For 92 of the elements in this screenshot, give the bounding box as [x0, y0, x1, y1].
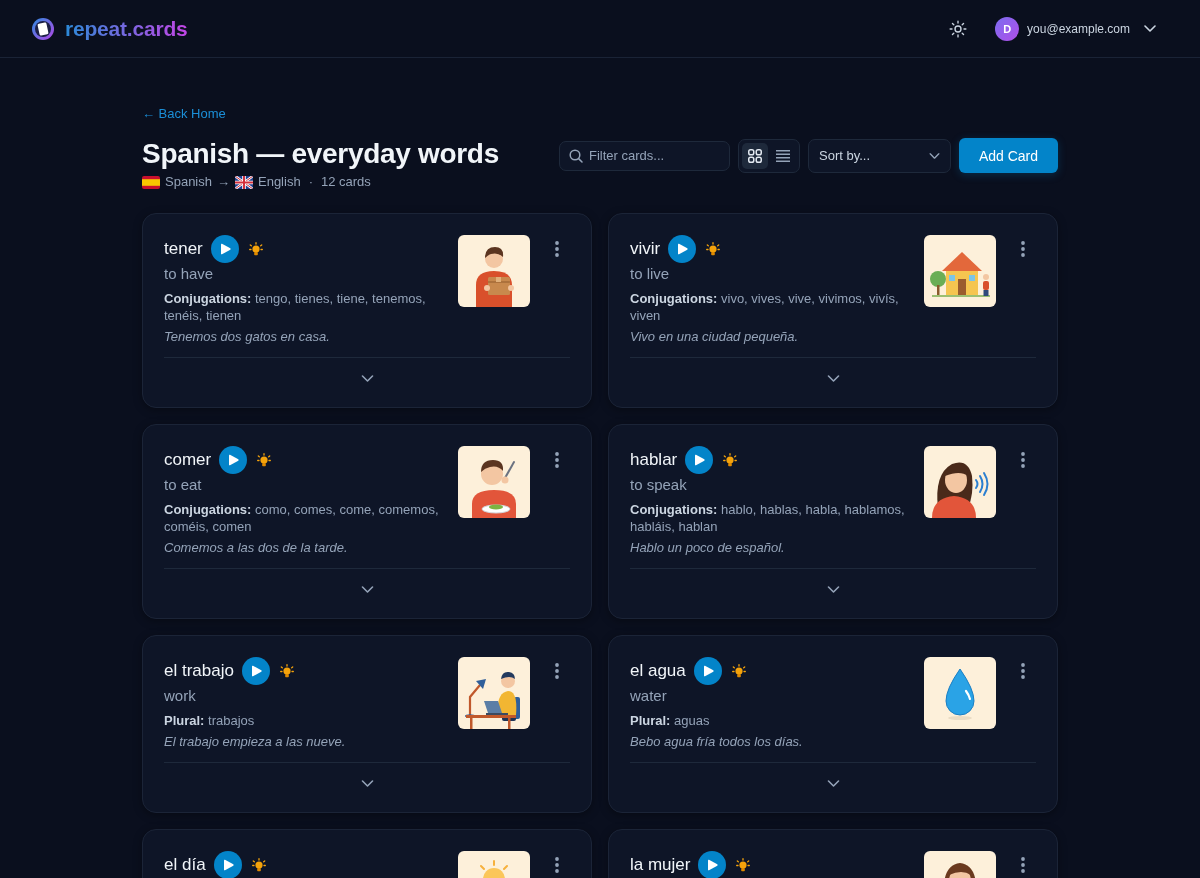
play-button[interactable]	[693, 657, 722, 685]
play-icon	[695, 454, 706, 466]
lightbulb-icon[interactable]	[248, 242, 263, 256]
grid-icon	[748, 148, 762, 163]
example-sentence: Vivo en una ciudad pequeña.	[630, 328, 800, 346]
back-link[interactable]: ← Back Home	[142, 105, 226, 123]
water-drop-drawing	[924, 657, 996, 729]
spanish-flag-icon	[142, 175, 160, 189]
example-sentence: Tenemos dos gatos en casa.	[164, 328, 331, 346]
translation: to speak	[630, 475, 688, 495]
play-button[interactable]	[210, 235, 239, 263]
kebab-icon	[555, 857, 559, 873]
british-flag-icon	[235, 175, 253, 189]
card-word: el día	[164, 855, 206, 875]
kebab-icon	[1021, 857, 1025, 873]
play-icon	[703, 665, 714, 677]
logo-icon[interactable]	[32, 17, 54, 40]
translation: work	[164, 686, 197, 706]
play-button[interactable]	[213, 851, 242, 878]
translation: to live	[630, 264, 671, 284]
card-word: el trabajo	[164, 661, 234, 681]
lightbulb-icon[interactable]	[706, 242, 721, 256]
kebab-icon	[555, 241, 559, 257]
list-icon	[776, 149, 790, 162]
arrow-glyph: →	[217, 173, 230, 191]
chevron-down-icon[interactable]	[1144, 25, 1156, 32]
kebab-icon	[555, 663, 559, 679]
search-icon	[569, 148, 583, 163]
word-forms: Conjugations: tengo, tienes, tiene, tenemos, tenéis, tienen	[164, 290, 427, 324]
word-forms: Plural: aguas	[630, 712, 711, 729]
lightbulb-icon[interactable]	[731, 664, 746, 678]
chevron-down-icon[interactable]	[826, 779, 840, 787]
card-count: 12 cards	[320, 173, 371, 191]
language-label: Spanish	[165, 173, 212, 191]
play-icon	[678, 243, 689, 255]
kebab-icon	[1021, 241, 1025, 257]
search-field[interactable]: Filter cards...	[559, 140, 730, 171]
language-label: English	[258, 173, 301, 191]
avatar[interactable]: D	[995, 16, 1020, 41]
play-icon	[708, 859, 719, 871]
lightbulb-icon[interactable]	[251, 858, 266, 872]
card-word: comer	[164, 450, 212, 470]
lightbulb-icon[interactable]	[257, 453, 272, 467]
sun-icon[interactable]	[949, 19, 968, 38]
word-forms: Conjugations: hablo, hablas, habla, hablamos, habláis, hablan	[630, 501, 906, 535]
word-forms: Conjugations: vivo, vives, vive, vivimos, vivís, viven	[630, 290, 900, 324]
play-button[interactable]	[219, 446, 248, 474]
chevron-down-icon[interactable]	[360, 585, 374, 593]
card-word: vivir	[630, 239, 661, 259]
translation: to eat	[164, 475, 203, 495]
kebab-icon	[555, 452, 559, 468]
card-word: tener	[164, 239, 203, 259]
sort-dropdown[interactable]: Sort by...	[808, 138, 951, 173]
translation: water	[630, 686, 668, 706]
chevron-down-icon[interactable]	[826, 374, 840, 382]
person-at-laptop-drawing	[458, 657, 530, 729]
play-icon	[223, 859, 234, 871]
user-email[interactable]: you@example.com	[1027, 21, 1130, 36]
separator-dot: ·	[308, 173, 313, 191]
chevron-down-icon[interactable]	[826, 585, 840, 593]
play-button[interactable]	[685, 446, 714, 474]
example-sentence: Hablo un poco de español.	[630, 539, 786, 557]
person-eating-drawing	[458, 446, 530, 518]
chevron-down-icon[interactable]	[360, 779, 374, 787]
lightbulb-icon[interactable]	[723, 453, 738, 467]
lightbulb-icon[interactable]	[736, 858, 751, 872]
example-sentence: Comemos a las dos de la tarde.	[164, 539, 349, 557]
example-sentence: Bebo agua fría todos los días.	[630, 733, 804, 751]
kebab-icon	[1021, 663, 1025, 679]
card-word: la mujer	[630, 855, 691, 875]
play-icon	[220, 243, 231, 255]
chevron-down-icon[interactable]	[360, 374, 374, 382]
play-button[interactable]	[698, 851, 727, 878]
chevron-down-icon[interactable]	[929, 152, 940, 159]
card-word: el agua	[630, 661, 686, 681]
deck-title: Spanish — everyday words	[142, 137, 499, 171]
example-sentence: El trabajo empieza a las nueve.	[164, 733, 347, 751]
play-button[interactable]	[241, 657, 270, 685]
grid-view-button[interactable]	[742, 142, 768, 169]
word-forms: Conjugations: como, comes, come, comemos, coméis, comen	[164, 501, 440, 535]
kebab-icon	[1021, 452, 1025, 468]
person-speaking-drawing	[924, 446, 996, 518]
house-drawing	[924, 235, 996, 307]
translation: to have	[164, 264, 215, 284]
add-card-button[interactable]: Add Card	[959, 138, 1058, 173]
person-with-box-drawing	[458, 235, 530, 307]
play-icon	[251, 665, 262, 677]
card-word: hablar	[630, 450, 678, 470]
play-button[interactable]	[668, 235, 697, 263]
lightbulb-icon[interactable]	[279, 664, 294, 678]
word-forms: Plural: trabajos	[164, 712, 256, 729]
play-icon	[229, 454, 240, 466]
